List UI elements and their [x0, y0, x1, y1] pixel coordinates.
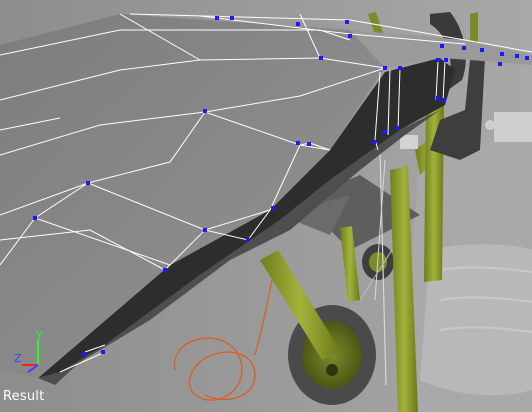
- 3d-viewport[interactable]: Y Z Result: [0, 0, 532, 412]
- bracket: [494, 112, 532, 142]
- z-axis-label: Z: [14, 352, 22, 365]
- scene-canvas[interactable]: Y Z: [0, 0, 532, 412]
- bracket: [400, 135, 418, 149]
- wheel-axle: [326, 364, 338, 376]
- y-axis-label: Y: [35, 329, 43, 342]
- bolt: [485, 120, 495, 130]
- viewport-mode-label: Result: [3, 389, 45, 404]
